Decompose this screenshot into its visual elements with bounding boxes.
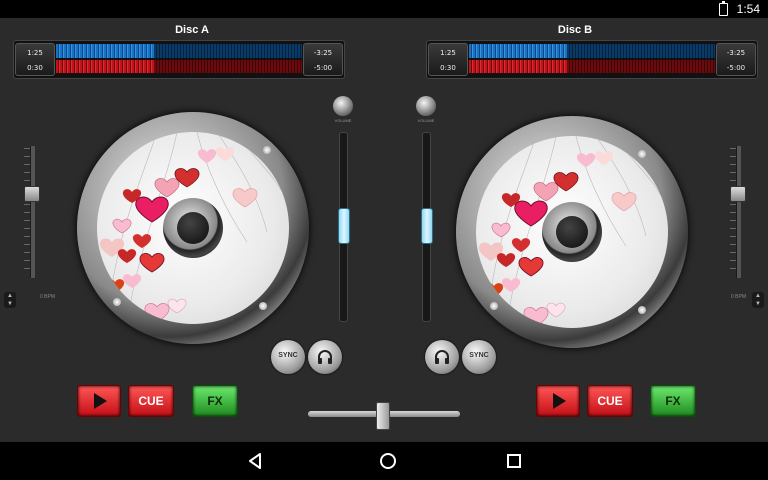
deck-b-screw xyxy=(638,306,646,314)
deck-a-screw xyxy=(113,298,121,306)
deck-b-platter[interactable] xyxy=(476,136,668,328)
deck-b-pitch-slider[interactable] xyxy=(736,146,741,278)
deck-a-cue-button[interactable]: CUE xyxy=(128,385,174,417)
deck-a-remaining: -3:25 xyxy=(313,49,333,57)
deck-b-headphones-button[interactable] xyxy=(425,340,459,374)
deck-a-platter[interactable] xyxy=(97,132,289,324)
deck-a-headphones-button[interactable] xyxy=(308,340,342,374)
crossfader-handle[interactable] xyxy=(376,402,390,430)
deck-a-bpm: 0 BPM xyxy=(40,294,56,300)
deck-b-cue-button[interactable]: CUE xyxy=(587,385,633,417)
deck-b-screw xyxy=(638,150,646,158)
dj-app: Disc A 1:25 0:30 -3:25 -5:00 ▲ ▼ 0 BPM V… xyxy=(0,18,768,442)
deck-b-hub xyxy=(542,202,602,262)
play-icon xyxy=(553,393,566,409)
deck-a-elapsed2: 0:30 xyxy=(27,64,43,72)
deck-b-pitch-arrows[interactable]: ▲ ▼ xyxy=(752,292,764,308)
recents-icon[interactable] xyxy=(503,450,525,472)
headphones-icon xyxy=(435,350,449,364)
deck-b-volume-knob[interactable] xyxy=(416,96,436,116)
deck-b-elapsed-box: 1:25 0:30 xyxy=(428,43,468,76)
deck-b-fx-button[interactable]: FX xyxy=(650,385,696,417)
deck-b-remaining: -3:25 xyxy=(726,49,746,57)
deck-a-volume-label: VOLUME xyxy=(334,118,352,123)
deck-a-pitch-slider[interactable] xyxy=(30,146,35,278)
deck-b-wave-top-remaining xyxy=(567,44,715,58)
deck-a-remaining2: -5:00 xyxy=(313,64,333,72)
deck-b-volume-label: VOLUME xyxy=(417,118,435,123)
battery-icon xyxy=(719,1,728,16)
deck-a-remaining-box: -3:25 -5:00 xyxy=(303,43,343,76)
home-icon[interactable] xyxy=(377,450,399,472)
deck-a-screw xyxy=(263,146,271,154)
deck-a-wave-bottom-remaining xyxy=(154,60,302,73)
deck-b-waveform[interactable]: 1:25 0:30 -3:25 -5:00 xyxy=(426,40,758,79)
deck-b-play-button[interactable] xyxy=(536,385,580,417)
deck-b-screw xyxy=(490,302,498,310)
deck-b-bpm: 0 BPM xyxy=(731,294,747,300)
deck-a-turntable[interactable] xyxy=(77,112,309,344)
deck-b-volume-handle[interactable] xyxy=(421,208,433,244)
deck-b-wave-bottom-remaining xyxy=(567,60,715,73)
deck-a-elapsed-box: 1:25 0:30 xyxy=(15,43,55,76)
back-icon[interactable] xyxy=(244,450,266,472)
deck-a-title: Disc A xyxy=(175,24,209,36)
deck-a-fx-button[interactable]: FX xyxy=(192,385,238,417)
play-icon xyxy=(94,393,107,409)
deck-a-pitch-arrows[interactable]: ▲ ▼ xyxy=(4,292,16,308)
deck-a-volume-handle[interactable] xyxy=(338,208,350,244)
status-time: 1:54 xyxy=(736,2,760,16)
deck-b-remaining-box: -3:25 -5:00 xyxy=(716,43,756,76)
deck-b-sync-button[interactable]: SYNC xyxy=(462,340,496,374)
deck-a-hub xyxy=(163,198,223,258)
deck-a-sync-label: SYNC xyxy=(278,352,298,359)
deck-a-waveform[interactable]: 1:25 0:30 -3:25 -5:00 xyxy=(13,40,345,79)
deck-b-pitch-handle[interactable] xyxy=(730,186,746,202)
deck-a-sync-button[interactable]: SYNC xyxy=(271,340,305,374)
deck-b-title: Disc B xyxy=(557,24,593,36)
deck-b-elapsed: 1:25 xyxy=(440,49,456,57)
deck-a-screw xyxy=(259,302,267,310)
status-bar: 1:54 xyxy=(0,0,768,18)
deck-b-elapsed2: 0:30 xyxy=(440,64,456,72)
deck-a-play-button[interactable] xyxy=(77,385,121,417)
deck-a-volume-knob[interactable] xyxy=(333,96,353,116)
deck-a-elapsed: 1:25 xyxy=(27,49,43,57)
deck-b-turntable[interactable] xyxy=(456,116,688,348)
deck-b-sync-label: SYNC xyxy=(469,352,489,359)
deck-a-wave-top-remaining xyxy=(154,44,302,58)
headphones-icon xyxy=(318,350,332,364)
navigation-bar xyxy=(0,442,768,480)
deck-a-pitch-handle[interactable] xyxy=(24,186,40,202)
deck-b-remaining2: -5:00 xyxy=(726,64,746,72)
